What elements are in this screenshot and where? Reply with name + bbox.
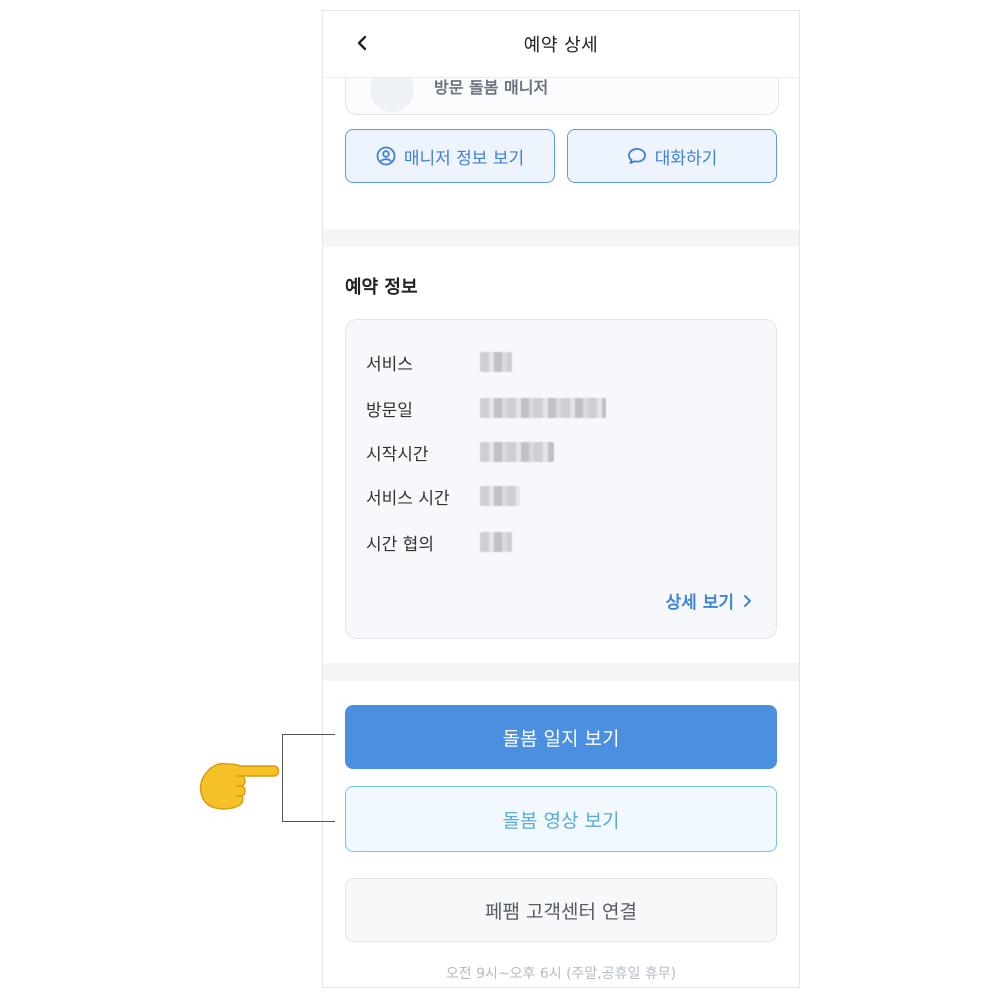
booking-info-card: 서비스 방문일 시작시간 서비스 시간 시간 협의 상세 보기	[345, 319, 777, 639]
section-divider	[323, 663, 799, 681]
booking-section-title: 예약 정보	[345, 277, 418, 298]
redacted-value	[480, 442, 554, 462]
redacted-value	[480, 486, 520, 506]
pointing-hand-icon	[199, 762, 280, 810]
redacted-value	[480, 352, 512, 372]
detail-link-label: 상세 보기	[665, 593, 734, 613]
info-row-service: 서비스	[366, 350, 512, 375]
top-header: 예약 상세	[323, 11, 799, 78]
manager-info-label: 매니저 정보 보기	[403, 148, 525, 169]
support-center-button[interactable]: 페팸 고객센터 연결	[345, 878, 777, 942]
chat-bubble-icon	[627, 148, 646, 164]
info-label: 시작시간	[366, 444, 429, 465]
phone-screen: 방문 돌봄 매니저 예약 상세 매니저 정보 보기 대화하기 예약 정보 서비스	[322, 10, 800, 988]
chat-button[interactable]: 대화하기	[567, 129, 777, 183]
info-label: 서비스 시간	[366, 488, 450, 509]
redacted-value	[480, 398, 606, 418]
detail-link[interactable]: 상세 보기	[666, 588, 754, 613]
info-row-service-time: 서비스 시간	[366, 484, 520, 509]
info-label: 방문일	[366, 400, 413, 421]
info-row-start-time: 시작시간	[366, 440, 554, 465]
info-label: 시간 협의	[366, 534, 434, 555]
info-row-visit-date: 방문일	[366, 396, 606, 421]
manager-info-button[interactable]: 매니저 정보 보기	[345, 129, 555, 183]
chat-label: 대화하기	[654, 148, 718, 169]
support-hours: 오전 9시~오후 6시 (주말,공휴일 휴무)	[445, 966, 677, 982]
info-label: 서비스	[366, 354, 413, 375]
care-video-button[interactable]: 돌봄 영상 보기	[345, 786, 777, 852]
info-row-time-negotiation: 시간 협의	[366, 530, 512, 555]
user-circle-icon	[376, 146, 396, 166]
chevron-right-icon	[744, 594, 751, 607]
care-log-button[interactable]: 돌봄 일지 보기	[345, 705, 777, 769]
page-title: 예약 상세	[523, 35, 599, 56]
section-divider	[323, 229, 799, 247]
annotation-bracket	[282, 734, 335, 822]
redacted-value	[480, 532, 512, 552]
